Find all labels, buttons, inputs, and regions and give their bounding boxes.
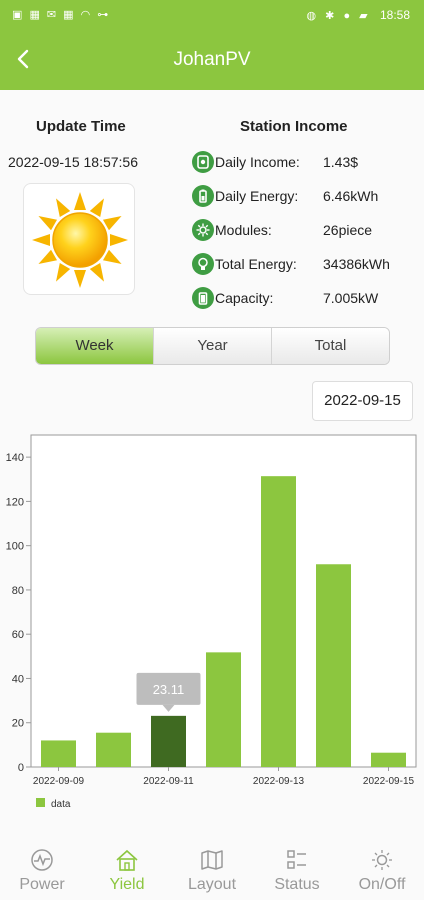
notification-icons: ▣ ▦ ✉ ▦ ◠ ⊶	[12, 9, 111, 21]
status-right: ◍ ✱ ● ▰ 18:58	[307, 8, 410, 22]
capacity-icon	[192, 287, 214, 309]
y-tick-label: 120	[6, 496, 24, 508]
modules-icon	[192, 219, 214, 241]
y-tick-label: 80	[12, 585, 24, 597]
income-icon	[192, 151, 214, 173]
y-tick-label: 0	[18, 762, 24, 774]
nav-power[interactable]: Power	[0, 848, 84, 900]
nav-status-label: Status	[274, 876, 320, 893]
nav-onoff-label: On/Off	[358, 876, 406, 893]
daily-energy-label: Daily Energy:	[215, 188, 299, 204]
system-icons: ◍ ✱ ● ▰	[306, 10, 371, 22]
chart-bar	[151, 715, 186, 767]
x-tick-label: 2022-09-13	[253, 776, 305, 787]
daily-income-label: Daily Income:	[215, 154, 300, 170]
nav-status[interactable]: Status	[255, 848, 339, 900]
chart-bar	[41, 740, 76, 767]
chart-bar	[206, 652, 241, 767]
daily-income-value: 1.43$	[323, 154, 359, 170]
sun-icon	[32, 192, 128, 288]
map-icon	[201, 850, 223, 870]
date-picker[interactable]: 2022-09-15	[312, 381, 413, 421]
chart-bar	[261, 476, 296, 767]
period-segmented-control: Week Year Total	[35, 327, 390, 365]
battery-icon	[192, 185, 214, 207]
weather-card	[23, 183, 135, 295]
tab-year[interactable]: Year	[154, 328, 272, 364]
modules-value: 26piece	[323, 222, 373, 238]
chart-bar	[96, 732, 131, 767]
total-energy-label: Total Energy:	[215, 256, 297, 272]
x-tick-label: 2022-09-09	[33, 776, 85, 787]
main-content: Update Time 2022-09-15 18:57:56 Station …	[0, 90, 424, 840]
nav-yield[interactable]: Yield	[85, 848, 169, 900]
update-time-heading: Update Time	[36, 118, 126, 135]
legend-label: data	[51, 799, 71, 810]
nav-yield-label: Yield	[109, 876, 145, 893]
nav-power-label: Power	[19, 876, 65, 893]
x-tick-label: 2022-09-15	[363, 776, 415, 787]
legend-swatch	[36, 798, 45, 807]
tab-week[interactable]: Week	[36, 328, 154, 364]
y-tick-label: 20	[12, 718, 24, 730]
status-bar: ▣ ▦ ✉ ▦ ◠ ⊶ ◍ ✱ ● ▰ 18:58	[0, 0, 424, 30]
page-title: JohanPV	[173, 49, 251, 70]
power-icon	[31, 849, 53, 871]
yield-bar-chart: 0 20 40 60 80 100 120 140 2022-09-09 2022-09-11 20…	[6, 434, 417, 810]
nav-layout-label: Layout	[187, 876, 237, 893]
chart-tooltip-label: 23.11	[153, 682, 185, 697]
station-income-heading: Station Income	[240, 118, 348, 135]
bulb-icon	[192, 253, 214, 275]
status-icon	[287, 850, 306, 869]
modules-label: Modules:	[215, 222, 272, 238]
y-tick-label: 100	[6, 541, 24, 553]
clock: 18:58	[379, 8, 410, 22]
onoff-icon	[372, 850, 392, 870]
tab-total[interactable]: Total	[272, 328, 389, 364]
y-tick-label: 140	[6, 452, 24, 464]
home-icon	[116, 849, 138, 871]
y-tick-label: 60	[12, 629, 24, 641]
capacity-label: Capacity:	[215, 290, 274, 306]
bottom-nav: Power Yield Layout Status On/Off	[0, 840, 424, 900]
capacity-value: 7.005kW	[323, 290, 379, 306]
nav-layout[interactable]: Layout	[170, 848, 254, 900]
app-bar: JohanPV	[0, 30, 424, 90]
y-tick-label: 40	[12, 673, 24, 685]
x-tick-label: 2022-09-11	[143, 776, 194, 787]
chart-bar	[371, 752, 406, 767]
total-energy-value: 34386kWh	[323, 256, 390, 272]
chart-bar	[316, 564, 351, 767]
update-datetime: 2022-09-15 18:57:56	[8, 154, 138, 170]
daily-energy-value: 6.46kWh	[323, 188, 379, 204]
nav-onoff[interactable]: On/Off	[340, 848, 424, 900]
